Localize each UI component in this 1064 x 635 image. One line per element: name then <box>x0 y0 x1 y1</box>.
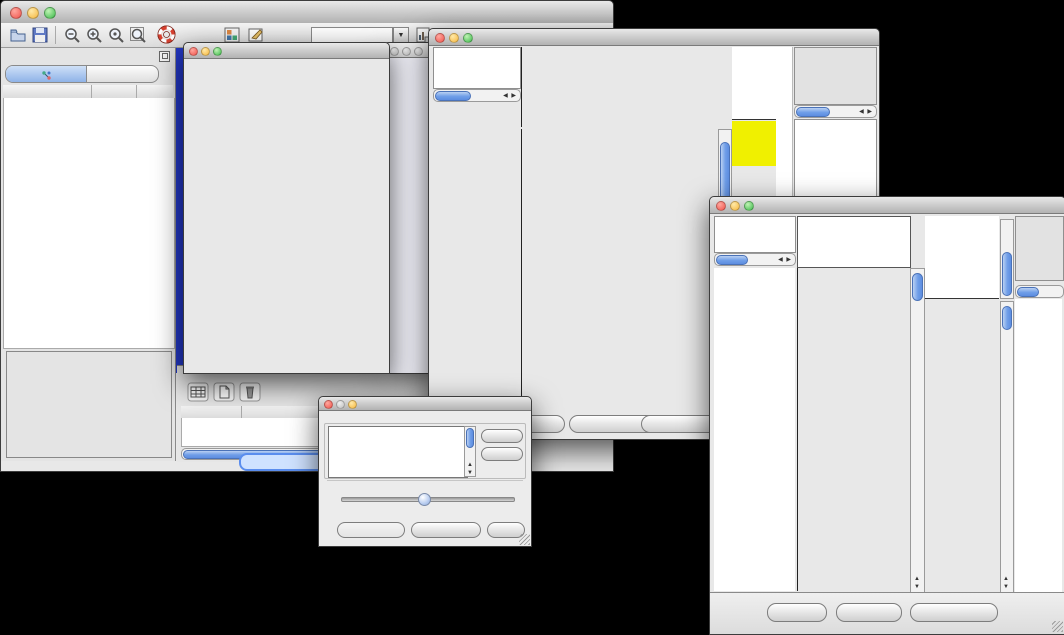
close-button[interactable] <box>324 400 333 409</box>
save-session-icon[interactable] <box>31 26 49 44</box>
treeview2-hints-scrollbar[interactable] <box>1015 285 1064 298</box>
zoom-button[interactable] <box>44 7 56 19</box>
attribute-list[interactable] <box>328 426 468 478</box>
treeview1-column-labels <box>732 47 778 120</box>
zoom-in-icon[interactable] <box>85 26 103 44</box>
close-button[interactable] <box>716 201 726 211</box>
zoom-out-icon[interactable] <box>63 26 81 44</box>
slider-thumb[interactable] <box>418 493 431 506</box>
treeview2-status-scrollbar[interactable]: ◀ ▶ <box>714 253 796 266</box>
control-panel <box>1 48 176 461</box>
column-header-network[interactable] <box>3 85 92 98</box>
zoom-button[interactable] <box>463 33 473 43</box>
map-colors-dialog: ▲ ▼ <box>318 396 532 547</box>
open-session-icon[interactable] <box>9 26 27 44</box>
zoom-button[interactable] <box>414 47 423 56</box>
network-list[interactable] <box>3 98 175 349</box>
treeview1-view-status <box>433 47 521 89</box>
zoom-fit-icon[interactable] <box>129 26 147 44</box>
create-vizmap-button[interactable] <box>411 522 481 538</box>
treeview2-column-dendrogram-area <box>797 216 911 268</box>
treeview1-heatmap[interactable] <box>521 129 719 411</box>
move-up-button[interactable] <box>481 429 523 443</box>
minimize-button[interactable] <box>27 7 39 19</box>
zoom-button[interactable] <box>744 201 754 211</box>
close-button[interactable] <box>435 33 445 43</box>
treeview2-titlebar[interactable] <box>710 197 1064 214</box>
network-view-window <box>183 42 390 374</box>
delete-attribute-icon[interactable] <box>239 382 261 402</box>
network-graph-view[interactable] <box>184 58 387 372</box>
minimize-button[interactable] <box>336 400 345 409</box>
treeview1-status-scrollbar[interactable]: ◀ ▶ <box>433 89 521 102</box>
treeview2-settings-button[interactable] <box>767 603 827 622</box>
search-input[interactable] <box>311 27 393 43</box>
network-overview-thumbnail[interactable] <box>6 351 172 458</box>
treeview2-window: ◀ ▶ ▲ ▼ ▲ ▼ <box>709 196 1064 635</box>
minimize-button[interactable] <box>730 201 740 211</box>
tab-vizmapper[interactable] <box>86 66 158 82</box>
data-column-id[interactable] <box>181 406 242 418</box>
move-down-button[interactable] <box>481 447 523 461</box>
minimize-button[interactable] <box>449 33 459 43</box>
minimize-button[interactable] <box>402 47 411 56</box>
treeview2-zoom-heatmap[interactable] <box>925 304 999 591</box>
treeview1-similarity-matrix[interactable] <box>732 121 776 166</box>
treeview1-column-dendrogram[interactable] <box>521 47 719 127</box>
treeview2-row-dendrogram[interactable] <box>714 268 795 591</box>
column-header-nodes[interactable] <box>92 85 137 98</box>
treeview2-export-graphics-button[interactable] <box>910 603 998 622</box>
attribute-select-icon[interactable] <box>187 382 209 402</box>
column-header-edges[interactable] <box>137 85 173 98</box>
network-tab-icon <box>42 71 51 80</box>
treeview2-vscrollbar[interactable]: ▲ ▼ <box>910 268 925 593</box>
float-panel-icon[interactable] <box>159 51 170 62</box>
attribute-list-scrollbar[interactable]: ▲ ▼ <box>464 426 476 477</box>
help-lifesaver-icon[interactable] <box>157 25 176 44</box>
treeview2-heatmap[interactable] <box>797 268 910 591</box>
zoom-button[interactable] <box>213 47 222 56</box>
treeview2-labels-scrollbar[interactable] <box>1000 219 1014 299</box>
treeview1-hints-scrollbar[interactable]: ◀ ▶ <box>794 105 877 118</box>
treeview2-view-status <box>714 216 796 253</box>
treeview1-titlebar[interactable] <box>429 29 879 46</box>
treeview2-gene-list[interactable] <box>1015 299 1062 593</box>
treeview2-column-labels <box>925 216 999 299</box>
treeview1-row-dendrogram[interactable] <box>433 129 519 411</box>
network-view-titlebar[interactable] <box>184 43 389 59</box>
close-button[interactable] <box>390 47 399 56</box>
close-button[interactable] <box>189 47 198 56</box>
zoom-button[interactable] <box>348 400 357 409</box>
animation-speed-label <box>327 480 523 483</box>
minimize-button[interactable] <box>201 47 210 56</box>
treeview2-usage-hints <box>1015 216 1064 281</box>
close-button[interactable] <box>10 7 22 19</box>
zoom-selected-icon[interactable] <box>107 26 125 44</box>
resize-grip[interactable] <box>1052 621 1063 632</box>
resize-grip[interactable] <box>519 534 530 545</box>
animate-vizmap-button[interactable] <box>337 522 405 538</box>
map-dialog-titlebar[interactable] <box>319 397 531 411</box>
main-titlebar[interactable] <box>1 1 613 24</box>
treeview1-usage-hints <box>794 47 877 105</box>
tab-network[interactable] <box>6 66 87 82</box>
treeview2-save-data-button[interactable] <box>836 603 902 622</box>
treeview2-right-scrollbar[interactable]: ▲ ▼ <box>1000 301 1014 593</box>
animation-slider[interactable] <box>341 497 515 502</box>
new-attribute-icon[interactable] <box>213 382 235 402</box>
